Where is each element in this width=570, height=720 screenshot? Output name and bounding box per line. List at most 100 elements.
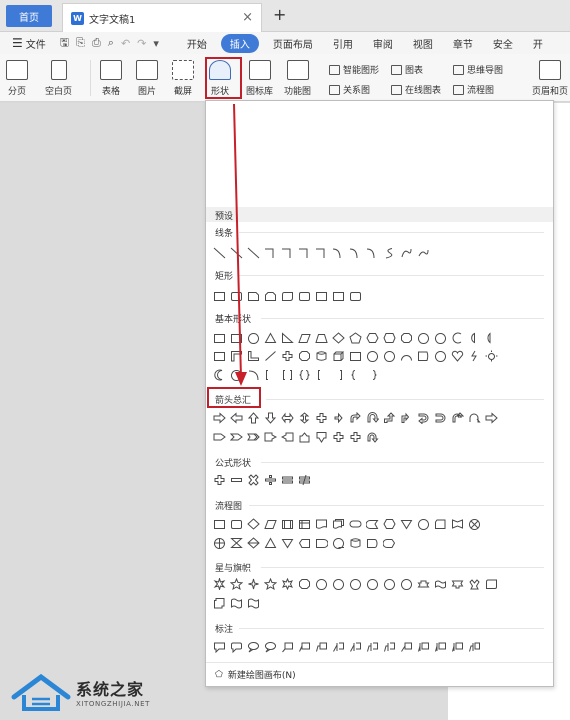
star-banner-shape-icon[interactable]	[485, 578, 498, 590]
star-banner-shape-icon[interactable]	[230, 597, 243, 609]
basic-shape-icon[interactable]	[247, 369, 260, 381]
callout-shape-icon[interactable]	[366, 641, 379, 653]
flowchart-shape-icon[interactable]	[349, 537, 362, 549]
rectangle-shape-icon[interactable]	[332, 290, 345, 302]
rectangle-shape-icon[interactable]	[247, 290, 260, 302]
table-button[interactable]: 表格	[100, 60, 122, 97]
callout-shape-icon[interactable]	[349, 641, 362, 653]
arrow-shape-icon[interactable]	[485, 412, 498, 424]
arrow-shape-icon[interactable]	[264, 431, 277, 443]
basic-shape-icon[interactable]	[213, 332, 226, 344]
rectangle-shape-icon[interactable]	[213, 290, 226, 302]
rectangle-shape-icon[interactable]	[315, 290, 328, 302]
basic-shape-icon[interactable]	[417, 332, 430, 344]
line-shape-icon[interactable]	[247, 247, 260, 259]
flowchart-shape-icon[interactable]	[230, 518, 243, 530]
close-icon[interactable]: ×	[242, 10, 253, 25]
flowchart-shape-icon[interactable]	[366, 518, 379, 530]
rectangle-shape-icon[interactable]	[264, 290, 277, 302]
relation-chart-button[interactable]: 关系图	[329, 83, 370, 96]
basic-shape-icon[interactable]	[332, 350, 345, 362]
menu-security[interactable]: 安全	[483, 36, 523, 51]
flowchart-shape-icon[interactable]	[434, 518, 447, 530]
basic-shape-icon[interactable]	[366, 332, 379, 344]
flowchart-shape-icon[interactable]	[332, 537, 345, 549]
star-banner-shape-icon[interactable]	[417, 578, 430, 590]
line-shape-icon[interactable]	[230, 247, 243, 259]
star-banner-shape-icon[interactable]	[468, 578, 481, 590]
callout-shape-icon[interactable]	[434, 641, 447, 653]
line-shape-icon[interactable]	[400, 247, 413, 259]
undo-icon[interactable]: ↶	[121, 37, 130, 50]
star-banner-shape-icon[interactable]	[247, 597, 260, 609]
basic-shape-icon[interactable]	[281, 350, 294, 362]
basic-shape-icon[interactable]	[485, 332, 498, 344]
star-banner-shape-icon[interactable]	[213, 578, 226, 590]
basic-shape-icon[interactable]	[485, 350, 498, 362]
export-icon[interactable]: ⎘	[76, 36, 85, 50]
arrow-shape-icon[interactable]	[349, 431, 362, 443]
header-footer-button[interactable]: 页眉和页	[532, 60, 568, 97]
tab-home[interactable]: 首页	[6, 5, 52, 27]
basic-shape-icon[interactable]	[332, 369, 345, 381]
menu-review[interactable]: 审阅	[363, 36, 403, 51]
flowchart-shape-icon[interactable]	[417, 518, 430, 530]
callout-shape-icon[interactable]	[213, 641, 226, 653]
star-banner-shape-icon[interactable]	[315, 578, 328, 590]
star-banner-shape-icon[interactable]	[349, 578, 362, 590]
flowchart-shape-icon[interactable]	[315, 518, 328, 530]
basic-shape-icon[interactable]	[247, 332, 260, 344]
basic-shape-icon[interactable]	[468, 332, 481, 344]
star-banner-shape-icon[interactable]	[332, 578, 345, 590]
screenshot-button[interactable]: 截屏	[172, 60, 194, 97]
basic-shape-icon[interactable]	[383, 332, 396, 344]
basic-shape-icon[interactable]	[298, 369, 311, 381]
line-shape-icon[interactable]	[213, 247, 226, 259]
flowchart-button[interactable]: 流程图	[453, 83, 494, 96]
line-shape-icon[interactable]	[417, 247, 430, 259]
mind-map-button[interactable]: 思维导图	[453, 63, 503, 76]
callout-shape-icon[interactable]	[315, 641, 328, 653]
basic-shape-icon[interactable]	[417, 350, 430, 362]
tab-document[interactable]: W 文字文稿1 ×	[62, 3, 262, 32]
line-shape-icon[interactable]	[315, 247, 328, 259]
star-banner-shape-icon[interactable]	[383, 578, 396, 590]
equation-shape-icon[interactable]	[230, 474, 243, 486]
star-banner-shape-icon[interactable]	[281, 578, 294, 590]
basic-shape-icon[interactable]	[315, 369, 328, 381]
online-chart-button[interactable]: 在线图表	[391, 83, 441, 96]
arrow-shape-icon[interactable]	[213, 431, 226, 443]
callout-shape-icon[interactable]	[332, 641, 345, 653]
smart-art-button[interactable]: 智能图形	[329, 63, 379, 76]
equation-shape-icon[interactable]	[264, 474, 277, 486]
star-banner-shape-icon[interactable]	[213, 597, 226, 609]
arrow-shape-icon[interactable]	[315, 431, 328, 443]
file-menu[interactable]: ☰ 文件	[12, 36, 46, 51]
basic-shape-icon[interactable]	[349, 369, 362, 381]
picture-button[interactable]: 图片	[136, 60, 158, 97]
menu-more[interactable]: 开	[523, 36, 553, 51]
flowchart-shape-icon[interactable]	[332, 518, 345, 530]
flowchart-shape-icon[interactable]	[247, 518, 260, 530]
star-banner-shape-icon[interactable]	[434, 578, 447, 590]
callout-shape-icon[interactable]	[400, 641, 413, 653]
flowchart-shape-icon[interactable]	[298, 518, 311, 530]
arrow-shape-icon[interactable]	[468, 412, 481, 424]
rectangle-shape-icon[interactable]	[281, 290, 294, 302]
menu-view[interactable]: 视图	[403, 36, 443, 51]
rectangle-shape-icon[interactable]	[298, 290, 311, 302]
arrow-shape-icon[interactable]	[400, 412, 413, 424]
callout-shape-icon[interactable]	[247, 641, 260, 653]
star-banner-shape-icon[interactable]	[230, 578, 243, 590]
basic-shape-icon[interactable]	[434, 350, 447, 362]
redo-icon[interactable]: ↷	[137, 37, 146, 50]
flowchart-shape-icon[interactable]	[264, 537, 277, 549]
equation-shape-icon[interactable]	[247, 474, 260, 486]
basic-shape-icon[interactable]	[298, 350, 311, 362]
line-shape-icon[interactable]	[264, 247, 277, 259]
callout-shape-icon[interactable]	[264, 641, 277, 653]
flowchart-shape-icon[interactable]	[451, 518, 464, 530]
blank-page-button[interactable]: 空白页	[45, 60, 72, 97]
basic-shape-icon[interactable]	[213, 350, 226, 362]
basic-shape-icon[interactable]	[451, 350, 464, 362]
